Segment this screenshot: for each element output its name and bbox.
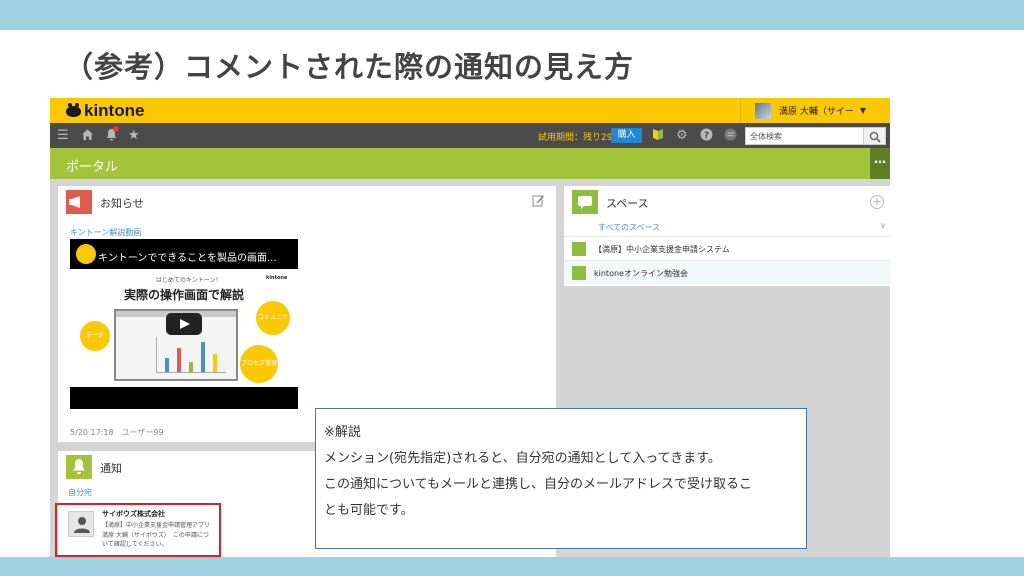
bottom-band: [0, 557, 1024, 576]
kintone-toolbar: ☰ ★ 試用期間：残り29日 購入 ⚙ ? 全体検索: [50, 123, 890, 148]
space-item-name: kintoneオンライン勉強会: [594, 269, 688, 278]
star-icon[interactable]: ★: [128, 128, 140, 143]
callout-heading: ※解説: [324, 425, 361, 440]
top-band: [0, 0, 1024, 30]
video-caption: はじめてのキントーン！: [156, 277, 222, 284]
space-panel-header: スペース +: [564, 186, 890, 218]
svg-text:?: ?: [704, 131, 709, 141]
video-brand: kintone: [266, 275, 288, 281]
hamburger-icon[interactable]: ☰: [57, 128, 69, 143]
kintone-logo-icon: [66, 102, 81, 117]
channel-avatar: [76, 244, 96, 264]
circle-communication: コミュニケーション: [256, 301, 290, 355]
more-options-icon[interactable]: …: [870, 148, 890, 179]
news-title: お知らせ: [100, 197, 144, 210]
megaphone-icon: [66, 190, 92, 214]
space-icon: [572, 242, 586, 256]
callout-text-2: この通知についてもメールと連携し、自分のメールアドレスで受け取るこ: [324, 477, 752, 492]
space-title: スペース: [606, 197, 649, 210]
search-icon: [869, 131, 881, 143]
space-item[interactable]: kintoneオンライン勉強会: [564, 260, 890, 284]
video-title: キントーンでできることを製品の画面...: [98, 253, 277, 264]
video-heading: 実際の操作画面で解説: [124, 288, 245, 302]
chevron-down-icon: ▼: [859, 106, 867, 115]
kintone-header: kintone 満原 大輔（サイー ▼: [50, 98, 890, 123]
space-item-name: 【満原】中小企業支援金申請システム: [594, 245, 730, 254]
explanation-callout: ※解説 メンション(宛先指定)されると、自分宛の通知として入ってきます。 この通…: [315, 408, 807, 549]
video-embed[interactable]: キントーンでできることを製品の画面... はじめてのキントーン！ kintone…: [70, 239, 298, 409]
notification-badge: [113, 126, 119, 132]
callout-text-1: メンション(宛先指定)されると、自分宛の通知として入ってきます。: [324, 451, 721, 466]
portal-header: ポータル …: [50, 148, 890, 179]
circle-data: データ: [80, 321, 110, 351]
chevron-down-icon[interactable]: ∨: [880, 221, 886, 230]
news-panel-header: お知らせ: [58, 186, 556, 218]
space-panel: スペース + すべてのスペース ∨ 【満原】中小企業支援金申請システム kint…: [564, 186, 890, 286]
news-subtitle[interactable]: キントーン解説動画: [70, 227, 141, 238]
user-menu[interactable]: 満原 大輔（サイー ▼: [740, 98, 890, 123]
user-avatar: [755, 102, 771, 119]
question-icon[interactable]: ?: [700, 128, 713, 145]
slide-title: （参考）コメントされた際の通知の見え方: [64, 50, 635, 84]
notification-title: 通知: [100, 462, 122, 475]
callout-text-3: とも可能です。: [324, 503, 414, 518]
notification-subtitle[interactable]: 自分宛: [68, 487, 92, 498]
trial-text: 試用期間：残り29日: [538, 133, 622, 143]
play-button[interactable]: [166, 313, 202, 335]
chat-bubble-icon: [572, 190, 598, 214]
space-subtitle[interactable]: すべてのスペース: [598, 222, 660, 233]
space-item[interactable]: 【満原】中小企業支援金申請システム: [564, 236, 890, 260]
bell-icon: [66, 455, 92, 479]
news-date: 5/20 17:18 ユーザー99: [70, 428, 164, 437]
slide: （参考）コメントされた際の通知の見え方 kintone 満原 大輔（サイー ▼ …: [0, 0, 1024, 576]
gear-icon[interactable]: ⚙: [676, 128, 688, 143]
search-button[interactable]: [864, 127, 886, 145]
space-icon: [572, 266, 586, 280]
home-icon[interactable]: [81, 128, 94, 145]
news-panel: お知らせ キントーン解説動画 キントーンでできることを製品の画面... はじめて…: [58, 186, 556, 442]
circle-process: プロセス管理: [240, 345, 278, 383]
guide-icon[interactable]: [652, 128, 664, 145]
portal-title: ポータル: [66, 160, 119, 175]
search-input[interactable]: 全体検索: [745, 127, 864, 145]
kintone-logo[interactable]: kintone: [66, 101, 144, 121]
buy-button[interactable]: 購入: [611, 128, 642, 143]
edit-icon[interactable]: [532, 194, 545, 207]
highlight-box: [55, 503, 221, 557]
kintone-logo-text: kintone: [84, 101, 145, 120]
video-graph: [156, 337, 226, 373]
user-name: 満原 大輔（サイー: [779, 107, 854, 117]
add-icon[interactable]: +: [870, 195, 884, 209]
apps-icon[interactable]: [724, 128, 737, 145]
